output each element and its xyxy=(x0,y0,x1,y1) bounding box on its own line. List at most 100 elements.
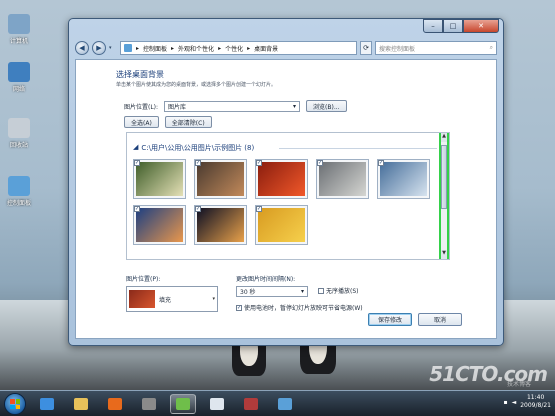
search-icon: ⌕ xyxy=(489,44,493,51)
thumb-tulips[interactable]: ✓ xyxy=(255,205,308,245)
content-pane: 选择桌面背景 单击某个图片使其成为您的桌面背景，或选择多个图片创建一个幻灯片。 … xyxy=(75,59,497,339)
desktop-icon-control-panel[interactable]: 控制面板 xyxy=(4,176,34,207)
control-panel-icon xyxy=(8,176,30,196)
clock-time: 11:40 xyxy=(526,394,545,401)
thumb-checkbox[interactable]: ✓ xyxy=(256,206,262,212)
thumb-flowers[interactable]: ✓ xyxy=(133,159,186,199)
thumb-checkbox[interactable]: ✓ xyxy=(195,206,201,212)
breadcrumb-appearance[interactable]: 外观和个性化 xyxy=(178,44,214,53)
scroll-down-icon[interactable]: ▼ xyxy=(441,250,447,259)
thumb-checkbox[interactable]: ✓ xyxy=(134,206,140,212)
network-icon xyxy=(8,62,30,82)
network-tray-icon[interactable]: ▪ xyxy=(504,399,508,406)
desktop-icon-recycle-bin[interactable]: 回收站 xyxy=(4,118,34,149)
change-interval-select[interactable]: 30 秒 ▾ xyxy=(236,286,308,297)
gallery-group-header[interactable]: ◢ C:\用户\公用\公用图片\示例图片 (8) xyxy=(133,143,254,153)
address-separator: ▸ xyxy=(171,44,175,52)
thumb-image xyxy=(319,162,366,196)
page-description: 单击某个图片使其成为您的桌面背景，或选择多个图片创建一个幻灯片。 xyxy=(116,82,277,88)
battery-checkbox[interactable]: ✓ xyxy=(236,304,242,311)
thumb-checkbox[interactable]: ✓ xyxy=(195,160,201,166)
recent-pages-dropdown[interactable]: ▾ xyxy=(109,45,117,51)
picture-location-label: 图片位置(L): xyxy=(124,103,159,111)
thumb-checkbox[interactable]: ✓ xyxy=(134,160,140,166)
taskbar-item-window[interactable] xyxy=(238,394,264,414)
change-interval-value: 30 秒 xyxy=(240,289,256,296)
save-changes-button[interactable]: 保存修改 xyxy=(368,313,412,326)
picture-gallery: ◢ C:\用户\公用\公用图片\示例图片 (8) ✓ ✓ ✓ ✓ ✓ ✓ ✓ ✓… xyxy=(126,132,450,260)
scroll-up-icon[interactable]: ▲ xyxy=(441,133,447,142)
clear-all-button[interactable]: 全部清除(C) xyxy=(164,116,212,128)
thumb-image xyxy=(136,162,183,196)
scrollbar-thumb[interactable] xyxy=(441,145,447,209)
app-icon xyxy=(142,398,156,410)
address-bar[interactable]: ▸ 控制面板 ▸ 外观和个性化 ▸ 个性化 ▸ 桌面背景 xyxy=(120,41,357,55)
forward-button[interactable]: ▶ xyxy=(92,41,106,55)
navigation-bar: ◀ ▶ ▾ ▸ 控制面板 ▸ 外观和个性化 ▸ 个性化 ▸ 桌面背景 ⟳ 搜索控… xyxy=(75,39,497,57)
thumb-jellyfish[interactable]: ✓ xyxy=(194,205,247,245)
browse-button[interactable]: 浏览(B)... xyxy=(306,100,347,112)
picture-position-value: 填充 xyxy=(159,296,172,304)
taskbar-item-network[interactable] xyxy=(272,394,298,414)
thumb-koala[interactable]: ✓ xyxy=(316,159,369,199)
maximize-button[interactable]: □ xyxy=(443,19,463,33)
thumb-desert[interactable]: ✓ xyxy=(194,159,247,199)
start-button[interactable] xyxy=(4,393,26,415)
taskbar-item-explorer[interactable] xyxy=(68,394,94,414)
taskbar-item-media-player[interactable] xyxy=(102,394,128,414)
taskbar-item-app[interactable] xyxy=(136,394,162,414)
computer-icon xyxy=(8,14,30,34)
desktop-icon-computer[interactable]: 计算机 xyxy=(4,14,34,45)
picture-position-select[interactable]: 填充 ▾ xyxy=(126,286,218,312)
shuffle-label: 无序播放(S) xyxy=(326,288,359,295)
position-preview-image xyxy=(129,290,155,308)
desktop-icon-label: 网络 xyxy=(12,86,25,93)
thumb-checkbox[interactable]: ✓ xyxy=(317,160,323,166)
thumb-checkbox[interactable]: ✓ xyxy=(256,160,262,166)
chevron-down-icon: ▾ xyxy=(300,288,304,295)
breadcrumb-control-panel[interactable]: 控制面板 xyxy=(143,44,167,53)
refresh-button[interactable]: ⟳ xyxy=(360,41,372,55)
thumb-image xyxy=(380,162,427,196)
minimize-button[interactable]: – xyxy=(423,19,443,33)
desktop-icon-label: 计算机 xyxy=(9,38,28,45)
battery-label: 使用电池时，暂停幻灯片放映可节省电源(W) xyxy=(244,305,363,312)
breadcrumb-desktop-background[interactable]: 桌面背景 xyxy=(254,44,278,53)
picture-location-value: 图片库 xyxy=(168,103,187,111)
volume-icon[interactable]: ◄ xyxy=(512,399,517,406)
caption-buttons: – □ ✕ xyxy=(423,19,499,33)
media-player-icon xyxy=(108,398,122,410)
thumb-checkbox[interactable]: ✓ xyxy=(378,160,384,166)
thumb-image xyxy=(197,208,244,242)
selection-buttons: 全选(A) 全部清除(C) xyxy=(124,116,212,128)
chevron-down-icon: ▾ xyxy=(212,296,215,302)
shuffle-checkbox[interactable] xyxy=(318,287,324,294)
thumb-chrysanthemum[interactable]: ✓ xyxy=(255,159,308,199)
battery-option[interactable]: ✓ 使用电池时，暂停幻灯片放映可节省电源(W) xyxy=(236,303,363,312)
search-input[interactable]: 搜索控制面板 ⌕ xyxy=(375,41,497,55)
shuffle-option[interactable]: 无序播放(S) xyxy=(318,286,359,295)
clock[interactable]: 11:40 2009/8/21 xyxy=(520,394,551,410)
network-icon xyxy=(278,398,292,410)
recycle-bin-icon xyxy=(8,118,30,138)
taskbar-item-control-panel[interactable] xyxy=(170,394,196,414)
desktop-icon-label: 回收站 xyxy=(9,142,28,149)
taskbar-item-ie[interactable] xyxy=(34,394,60,414)
breadcrumb-personalization[interactable]: 个性化 xyxy=(225,44,243,53)
back-button[interactable]: ◀ xyxy=(75,41,89,55)
watermark-subtitle: 技术博客 xyxy=(506,381,531,388)
dialog-buttons: 保存修改 取消 xyxy=(368,313,462,326)
select-all-button[interactable]: 全选(A) xyxy=(124,116,159,128)
thumb-penguins[interactable]: ✓ xyxy=(377,159,430,199)
thumb-image xyxy=(258,208,305,242)
thumb-lighthouse[interactable]: ✓ xyxy=(133,205,186,245)
explorer-icon xyxy=(74,398,88,410)
gallery-scrollbar[interactable]: ▲ ▼ xyxy=(439,133,449,259)
picture-location-select[interactable]: 图片库 ▾ xyxy=(164,100,301,112)
desktop-icon-network[interactable]: 网络 xyxy=(4,62,34,93)
cancel-button[interactable]: 取消 xyxy=(418,313,462,326)
system-tray: ▪ ◄ 11:40 2009/8/21 xyxy=(504,394,551,410)
picture-position-label: 图片位置(P): xyxy=(126,276,161,283)
taskbar-item-notepad[interactable] xyxy=(204,394,230,414)
close-button[interactable]: ✕ xyxy=(463,19,499,33)
